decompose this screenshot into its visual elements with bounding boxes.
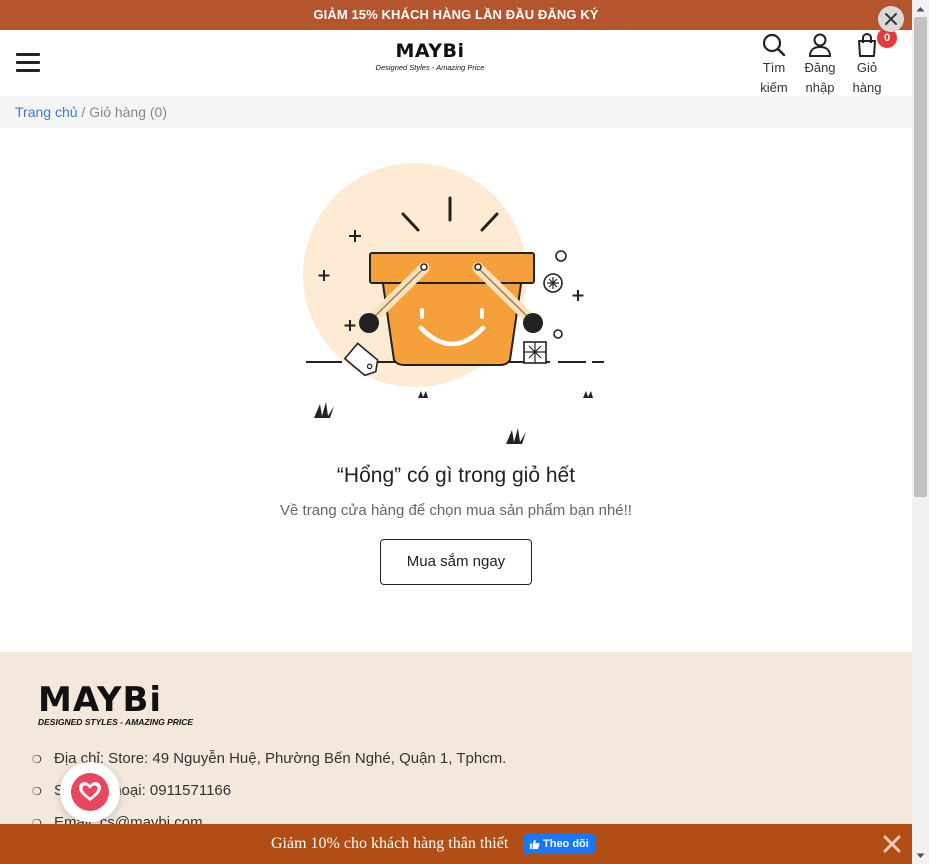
footer-address-text: Địa chỉ: Store: 49 Nguyễn Huệ, Phường Bế… <box>54 750 507 767</box>
empty-cart-illustration <box>303 163 604 444</box>
site-logo[interactable]: MAYBi Designed Styles - Amazing Price <box>366 40 494 73</box>
scrollbar-thumb[interactable] <box>914 17 927 497</box>
close-icon[interactable] <box>882 834 902 854</box>
search-button[interactable]: Tìm kiếm <box>755 32 793 98</box>
site-header: MAYBi Designed Styles - Amazing Price Tì… <box>0 30 912 96</box>
page-viewport: GIẢM 15% KHÁCH HÀNG LẦN ĐẦU ĐĂNG KÝ MAYB… <box>0 0 912 864</box>
promo-close-button[interactable] <box>878 6 904 32</box>
login-label-1: Đăng <box>804 60 836 75</box>
wishlist-float-button[interactable] <box>60 762 120 822</box>
logo-tagline: Designed Styles - Amazing Price <box>375 63 485 72</box>
loyalty-promo-text: Giảm 10% cho khách hàng thân thiết <box>271 835 509 852</box>
login-label-2: nhập <box>805 80 835 95</box>
search-icon <box>762 33 786 57</box>
loyalty-promo-bar: Giảm 10% cho khách hàng thân thiết Theo … <box>0 824 912 864</box>
menu-icon[interactable] <box>16 53 40 73</box>
breadcrumb-separator: / <box>81 104 86 120</box>
close-icon <box>885 13 897 25</box>
page-scrollbar[interactable] <box>912 0 929 864</box>
user-icon <box>808 33 832 57</box>
bullet-icon: ❍ <box>32 786 42 798</box>
footer-logo-tagline: DESIGNED STYLES - AMAZING PRICE <box>38 717 194 727</box>
scroll-up-arrow[interactable] <box>912 0 929 17</box>
thumbs-up-icon <box>529 839 540 849</box>
empty-cart-title: “Hổng” có gì trong giỏ hết <box>336 464 576 487</box>
breadcrumb: Trang chủ / Giỏ hàng (0) <box>0 96 912 128</box>
promo-bar[interactable]: GIẢM 15% KHÁCH HÀNG LẦN ĐẦU ĐĂNG KÝ <box>0 0 912 30</box>
breadcrumb-current: Giỏ hàng (0) <box>89 104 168 120</box>
search-label-1: Tìm <box>762 60 786 75</box>
footer-logo-brand: MAYBi <box>38 680 163 720</box>
shop-now-button[interactable]: Mua sắm ngay <box>380 539 532 585</box>
cart-label-2: hàng <box>852 80 882 95</box>
heart-icon <box>79 782 101 801</box>
login-button[interactable]: Đăng nhập <box>800 32 840 98</box>
empty-cart-subtitle: Về trang cửa hàng để chọn mua sản phẩm b… <box>280 502 632 519</box>
breadcrumb-home-link[interactable]: Trang chủ <box>15 104 78 120</box>
follow-label: Theo dõi <box>543 838 589 850</box>
bullet-icon: ❍ <box>32 754 42 766</box>
logo-brand: MAYBi <box>395 40 465 62</box>
search-label-2: kiếm <box>760 80 788 95</box>
follow-button[interactable]: Theo dõi <box>523 834 595 854</box>
promo-text: GIẢM 15% KHÁCH HÀNG LẦN ĐẦU ĐĂNG KÝ <box>313 7 599 22</box>
scroll-down-arrow[interactable] <box>912 847 929 864</box>
footer-logo[interactable]: MAYBi DESIGNED STYLES - AMAZING PRICE <box>38 682 193 727</box>
cart-label-1: Giỏ <box>856 60 878 75</box>
